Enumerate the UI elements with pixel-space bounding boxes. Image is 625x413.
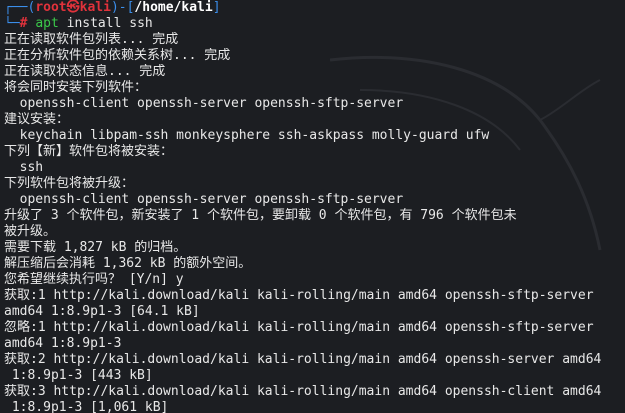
- output-line: 1:8.9p1-3 [1,061 kB]: [4, 400, 169, 413]
- output-line: 您希望继续执行吗？ [Y/n] y: [4, 272, 184, 287]
- output-line: amd64 1:8.9p1-3 [64.1 kB]: [4, 304, 200, 319]
- output-line: 获取:1 http://kali.download/kali kali-roll…: [4, 288, 594, 303]
- prompt-frame-end: ]: [212, 0, 221, 15]
- output-line: 正在读取软件包列表... 完成: [4, 32, 179, 47]
- output-line: 被升级。: [4, 224, 57, 239]
- output-line: 解压缩后会消耗 1,362 kB 的额外空间。: [4, 256, 252, 271]
- output-line: 升级了 3 个软件包，新安装了 1 个软件包，要卸载 0 个软件包，有 796 …: [4, 208, 517, 223]
- output-line: 下列【新】软件包将被安装：: [4, 144, 174, 159]
- output-line: 获取:2 http://kali.download/kali kali-roll…: [4, 352, 602, 367]
- output-line: openssh-client openssh-server openssh-sf…: [4, 192, 404, 207]
- prompt-line-top: ┌──(root㉿kali)-[/home/kali]: [4, 0, 624, 16]
- terminal-window[interactable]: ┌──(root㉿kali)-[/home/kali] └─# apt inst…: [0, 0, 625, 413]
- output-line: amd64 1:8.9p1-3: [4, 336, 122, 351]
- command-args: install ssh: [66, 16, 153, 31]
- output-line: keychain libpam-ssh monkeysphere ssh-ask…: [4, 128, 490, 143]
- prompt-frame-top: ┌──(: [4, 0, 36, 15]
- output-line: 正在分析软件包的依赖关系树... 完成: [4, 48, 231, 63]
- prompt-user: root㉿kali: [35, 0, 111, 15]
- command-name: apt: [35, 16, 59, 31]
- output-line: 获取:3 http://kali.download/kali kali-roll…: [4, 384, 602, 399]
- output-line: 正在读取状态信息... 完成: [4, 64, 166, 79]
- output-line: 建议安装：: [4, 112, 70, 127]
- output-line: 将会同时安装下列软件：: [4, 80, 148, 95]
- output-line: 1:8.9p1-3 [443 kB]: [4, 368, 153, 383]
- output-line: ssh: [4, 160, 44, 175]
- prompt-frame-mid: )-[: [110, 0, 135, 15]
- prompt-frame-bottom: └─: [4, 16, 20, 31]
- prompt-cwd: /home/kali: [134, 0, 213, 15]
- output-line: 忽略:1 http://kali.download/kali kali-roll…: [4, 320, 594, 335]
- prompt-line-command: └─# apt install ssh: [4, 16, 624, 32]
- output-line: 下列软件包将被升级：: [4, 176, 135, 191]
- prompt-symbol: #: [19, 16, 28, 31]
- output-line: openssh-client openssh-server openssh-sf…: [4, 96, 404, 111]
- output-line: 需要下载 1,827 kB 的归档。: [4, 240, 187, 255]
- terminal-output: ┌──(root㉿kali)-[/home/kali] └─# apt inst…: [4, 0, 624, 413]
